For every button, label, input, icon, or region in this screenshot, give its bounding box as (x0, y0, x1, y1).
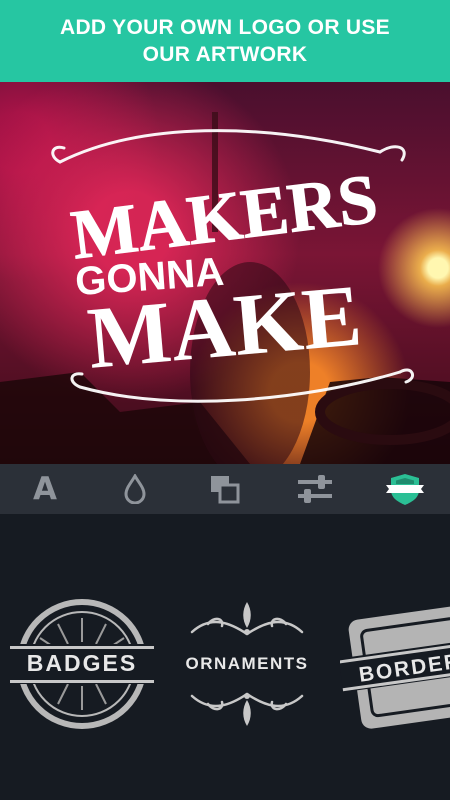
borders-frame: BORDERS (340, 601, 450, 729)
promo-banner: ADD YOUR OWN LOGO OR USE OUR ARTWORK (0, 0, 450, 82)
canvas-preview[interactable]: MAKERS GONNA MAKE (0, 82, 450, 464)
tool-color[interactable] (90, 464, 180, 514)
promo-banner-text: ADD YOUR OWN LOGO OR USE OUR ARTWORK (60, 16, 390, 66)
tool-badges[interactable] (360, 464, 450, 514)
tool-layers[interactable] (180, 464, 270, 514)
sliders-icon (298, 475, 332, 503)
category-badges[interactable]: BADGES (8, 594, 156, 734)
artwork-category-picker: BADGES ORNAMENTS BORDERS (0, 514, 450, 800)
category-badges-label: BADGES (26, 650, 138, 676)
category-ornaments[interactable]: ORNAMENTS (172, 594, 322, 734)
category-ornaments-label: ORNAMENTS (185, 654, 309, 673)
category-borders[interactable]: BORDERS (340, 594, 450, 734)
tool-adjust[interactable] (270, 464, 360, 514)
drop-icon (124, 474, 146, 504)
edit-toolbar: A (0, 464, 450, 514)
layers-icon (211, 476, 240, 504)
tool-text[interactable]: A (0, 464, 90, 514)
flourish-top (51, 129, 406, 164)
text-icon: A (33, 471, 57, 507)
concert-photo: MAKERS GONNA MAKE (0, 112, 450, 464)
badge-icon (386, 474, 424, 505)
